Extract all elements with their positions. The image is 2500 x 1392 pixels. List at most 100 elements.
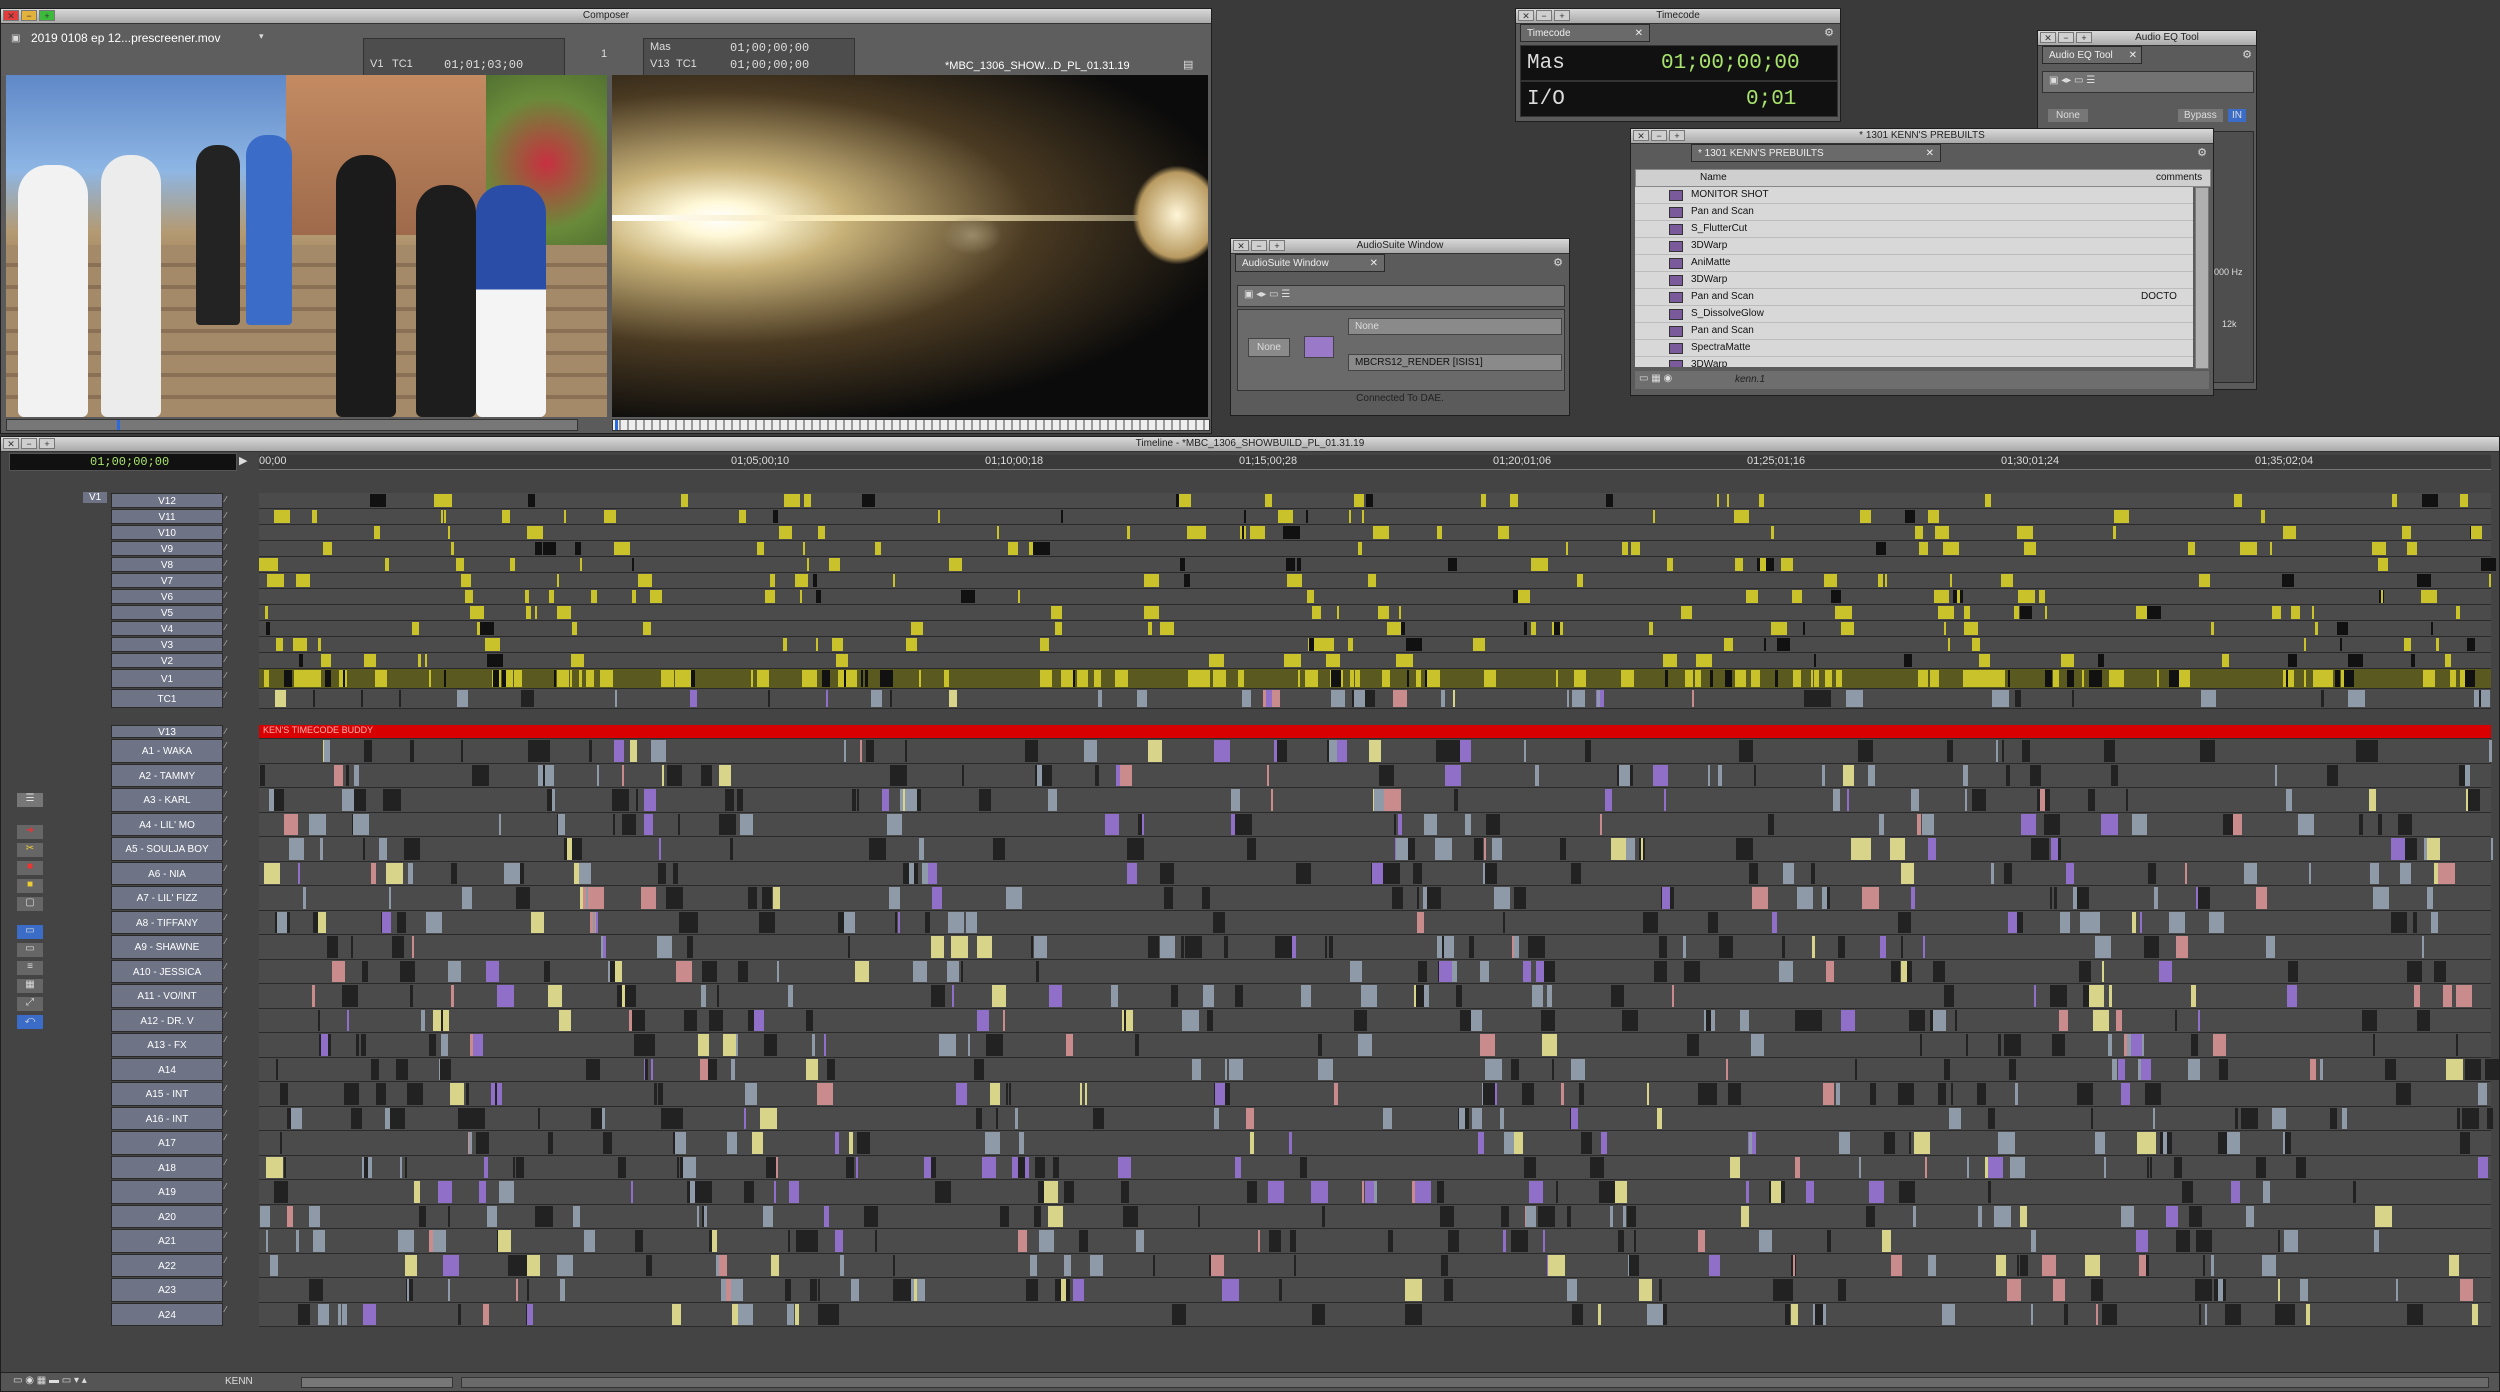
clip-segment[interactable] [267,558,278,571]
track-lock-icon[interactable]: ⁄ [225,639,235,648]
clip-segment[interactable] [2296,1156,2306,1178]
clip-segment[interactable] [2091,1107,2093,1129]
clip-segment[interactable] [527,1303,533,1325]
clip-segment[interactable] [712,1230,717,1252]
clip-segment[interactable] [1495,1083,1497,1105]
clip-segment[interactable] [1008,542,1018,555]
clip-segment[interactable] [2270,542,2272,555]
track-header[interactable]: V9 [111,541,223,556]
clip-segment[interactable] [2372,542,2386,555]
clip-segment[interactable] [2460,985,2462,1007]
clip-segment[interactable] [1623,1205,1626,1227]
close-icon[interactable]: ✕ [3,438,19,449]
clip-segment[interactable] [1272,1181,1284,1203]
clip-segment[interactable] [2462,1107,2479,1129]
clip-segment[interactable] [681,494,688,507]
clip-segment[interactable] [443,1254,459,1276]
clip-segment[interactable] [1647,1083,1649,1105]
clip-segment[interactable] [2362,1009,2377,1031]
clip-segment[interactable] [1246,1107,1254,1129]
clip-segment[interactable] [2375,1205,2392,1227]
clip-segment[interactable] [441,1009,443,1031]
clip-segment[interactable] [1996,1254,2006,1276]
clip-segment[interactable] [1944,622,1946,635]
clip-segment[interactable] [1659,1279,1662,1301]
clip-segment[interactable] [1124,1009,1126,1031]
clip-segment[interactable] [1541,1009,1555,1031]
clip-segment[interactable] [1805,1009,1822,1031]
clip-segment[interactable] [1485,862,1497,884]
clip-segment[interactable] [2185,862,2187,884]
clip-segment[interactable] [861,670,863,687]
clip-segment[interactable] [276,1058,278,1080]
clip-segment[interactable] [1590,1156,1604,1178]
clip-segment[interactable] [332,960,345,982]
clip-segment[interactable] [905,740,907,762]
clip-segment[interactable] [1203,985,1214,1007]
clip-segment[interactable] [632,590,636,603]
clip-segment[interactable] [1942,1303,1955,1325]
clip-segment[interactable] [764,1034,777,1056]
clip-segment[interactable] [1090,1254,1103,1276]
clip-segment[interactable] [2407,542,2417,555]
clip-segment[interactable] [812,1034,815,1056]
clip-segment[interactable] [1543,1230,1545,1252]
clip-segment[interactable] [1362,510,1364,523]
clip-segment[interactable] [1353,960,1355,982]
clip-segment[interactable] [2378,558,2388,571]
settings-icon[interactable]: ⚙ [2242,48,2252,61]
clip-segment[interactable] [1465,813,1471,835]
clip-segment[interactable] [325,670,331,687]
clip-segment[interactable] [298,1303,310,1325]
minimize-icon[interactable]: − [21,438,37,449]
audiosuite-render-select[interactable]: MBCRS12_RENDER [ISIS1] [1348,354,1562,371]
clip-segment[interactable] [1909,1132,1911,1154]
clip-segment[interactable] [1405,1279,1422,1301]
clip-segment[interactable] [658,862,666,884]
clip-segment[interactable] [2233,813,2242,835]
clip-segment[interactable] [1567,1205,1571,1227]
clip-segment[interactable] [458,1107,475,1129]
clip-segment[interactable] [727,1132,737,1154]
clip-segment[interactable] [1665,670,1668,687]
track-header[interactable]: A12 - DR. V [111,1008,223,1032]
clip-segment[interactable] [1369,574,1376,587]
clip-segment[interactable] [2344,670,2354,687]
clip-segment[interactable] [1917,813,1921,835]
clip-segment[interactable] [412,936,414,958]
clip-segment[interactable] [2017,526,2033,539]
clip-segment[interactable] [1498,526,1509,539]
clip-segment[interactable] [919,838,924,860]
clip-segment[interactable] [1933,1009,1946,1031]
clip-segment[interactable] [911,622,923,635]
lift-icon[interactable]: ➜ [17,825,43,839]
clip-segment[interactable] [2422,494,2438,507]
clip-segment[interactable] [898,911,900,933]
clip-segment[interactable] [690,690,697,707]
clip-segment[interactable] [1814,654,1816,667]
clip-segment[interactable] [875,1230,877,1252]
track-row[interactable] [259,910,2491,935]
clip-segment[interactable] [803,542,805,555]
clip-segment[interactable] [1576,670,1586,687]
clip-segment[interactable] [1472,1107,1482,1129]
clip-segment[interactable] [719,764,731,786]
clip-segment[interactable] [1760,558,1766,571]
clip-segment[interactable] [625,985,636,1007]
clip-segment[interactable] [2147,606,2161,619]
clip-segment[interactable] [1297,558,1301,571]
clip-segment[interactable] [1994,1205,2011,1227]
clip-segment[interactable] [1768,813,1774,835]
clip-segment[interactable] [364,1156,368,1178]
clip-segment[interactable] [2104,1156,2106,1178]
track-header[interactable]: A18 [111,1155,223,1179]
clip-segment[interactable] [1448,1230,1459,1252]
bin-list-item[interactable]: AniMatte [1635,255,2193,272]
clip-segment[interactable] [645,1058,647,1080]
clip-segment[interactable] [673,862,678,884]
clip-segment[interactable] [646,1254,652,1276]
clip-segment[interactable] [848,936,850,958]
clip-segment[interactable] [1791,1303,1798,1325]
trim-mode-icon[interactable]: ▭ [17,943,43,957]
clip-segment[interactable] [2211,622,2214,635]
